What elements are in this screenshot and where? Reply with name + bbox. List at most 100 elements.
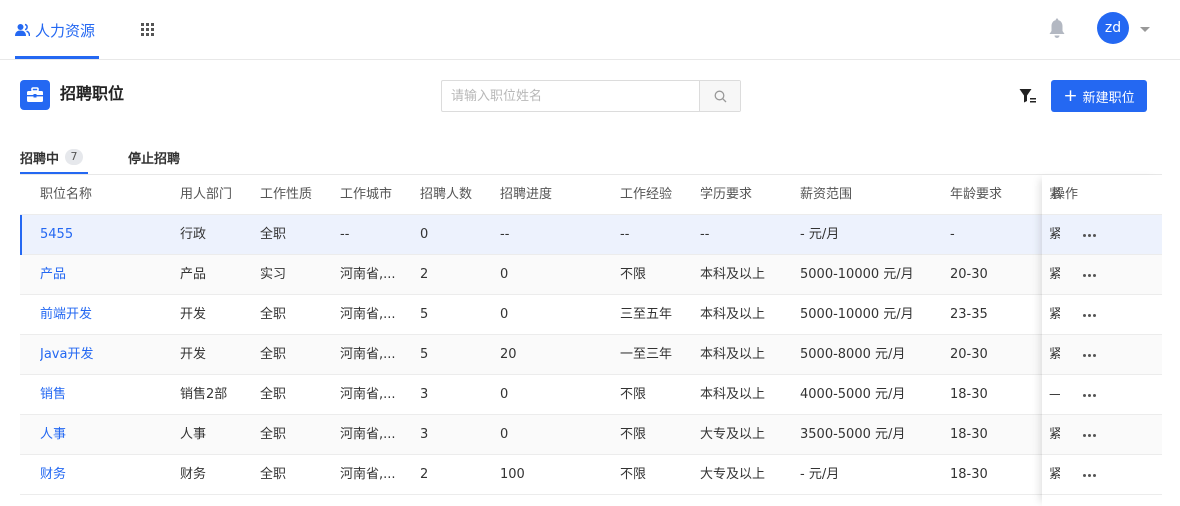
cell-headcount: 3 — [420, 427, 429, 442]
cell-progress: 0 — [500, 427, 509, 442]
new-position-label: 新建职位 — [1082, 90, 1135, 106]
nav-brand-label: 人力资源 — [35, 21, 96, 40]
cell-city: 河南省,... — [340, 307, 396, 322]
cell-type: 全职 — [260, 467, 287, 482]
more-actions-icon[interactable] — [1079, 345, 1099, 365]
cell-city: -- — [340, 227, 350, 242]
cell-age: 18-30 — [950, 427, 988, 442]
cell-headcount: 0 — [420, 227, 429, 242]
new-position-button[interactable]: + 新建职位 — [1051, 80, 1147, 112]
position-name-link[interactable]: 财务 — [40, 455, 170, 495]
cell-salary: 5000-10000 元/月 — [800, 307, 914, 322]
cell-experience: 不限 — [620, 387, 647, 402]
cell-headcount: 5 — [420, 347, 429, 362]
cell-type: 全职 — [260, 227, 287, 242]
more-actions-icon[interactable] — [1079, 385, 1099, 405]
nav-tab-hr[interactable]: 人力资源 — [15, 0, 99, 60]
cell-age: 20-30 — [950, 347, 988, 362]
cell-experience: 三至五年 — [620, 307, 673, 322]
cell-type: 实习 — [260, 267, 287, 282]
column-header[interactable]: 职位名称 — [40, 175, 170, 215]
cell-dept: 销售2部 — [180, 387, 228, 402]
column-header[interactable]: 学历要求 — [700, 175, 792, 215]
cell-salary: 5000-10000 元/月 — [800, 267, 914, 282]
column-header[interactable]: 工作城市 — [340, 175, 400, 215]
cell-city: 河南省,... — [340, 387, 396, 402]
cell-salary: - 元/月 — [800, 227, 840, 242]
cell-dept: 财务 — [180, 467, 207, 482]
cell-progress: 20 — [500, 347, 517, 362]
column-header[interactable]: 招聘人数 — [420, 175, 492, 215]
position-name-link[interactable]: 人事 — [40, 415, 170, 455]
cell-dept: 人事 — [180, 427, 207, 442]
chevron-down-icon[interactable] — [1140, 27, 1150, 32]
cell-education: 本科及以上 — [700, 387, 766, 402]
cell-experience: 一至三年 — [620, 347, 673, 362]
tab-stopped[interactable]: 停止招聘 — [128, 140, 180, 174]
column-header[interactable]: 工作性质 — [260, 175, 332, 215]
table-header: 职位名称 用人部门 工作性质 工作城市 招聘人数 招聘进度 工作经验 学历要求 … — [20, 175, 1162, 215]
position-search — [441, 80, 741, 112]
cell-dept: 产品 — [180, 267, 207, 282]
cell-age: - — [950, 227, 955, 242]
search-input[interactable] — [442, 81, 699, 111]
more-actions-icon[interactable] — [1079, 225, 1099, 245]
table-row[interactable]: Java开发 开发 全职 河南省,... 5 20 一至三年 本科及以上 500… — [20, 335, 1162, 375]
column-header[interactable]: 用人部门 — [180, 175, 255, 215]
cell-education: 本科及以上 — [700, 347, 766, 362]
more-actions-icon[interactable] — [1079, 305, 1099, 325]
more-actions-icon[interactable] — [1079, 265, 1099, 285]
position-name-link[interactable]: 产品 — [40, 255, 170, 295]
apps-grid-icon[interactable] — [141, 23, 154, 36]
column-header[interactable]: 年龄要求 — [950, 175, 1035, 215]
tab-label: 招聘中 — [20, 151, 60, 167]
cell-city: 河南省,... — [340, 267, 396, 282]
cell-type: 全职 — [260, 347, 287, 362]
active-tab-indicator — [15, 56, 99, 59]
bell-icon[interactable] — [1048, 18, 1066, 40]
table-row[interactable]: 人事 人事 全职 河南省,... 3 0 不限 大专及以上 3500-5000 … — [20, 415, 1162, 455]
cell-city: 河南省,... — [340, 347, 396, 362]
positions-table: 职位名称 用人部门 工作性质 工作城市 招聘人数 招聘进度 工作经验 学历要求 … — [20, 175, 1162, 506]
cell-headcount: 2 — [420, 267, 429, 282]
position-name-link[interactable]: 销售 — [40, 375, 170, 415]
position-name-link[interactable]: 前端开发 — [40, 295, 170, 335]
cell-type: 全职 — [260, 387, 287, 402]
more-actions-icon[interactable] — [1079, 425, 1099, 445]
cell-salary: 5000-8000 元/月 — [800, 347, 906, 362]
status-tabs: 招聘中 7 停止招聘 — [20, 140, 1162, 174]
cell-dept: 开发 — [180, 347, 207, 362]
cell-progress: 0 — [500, 267, 509, 282]
user-avatar[interactable]: zd — [1097, 12, 1129, 44]
cell-age: 23-35 — [950, 307, 988, 322]
more-actions-icon[interactable] — [1079, 465, 1099, 485]
cell-headcount: 5 — [420, 307, 429, 322]
position-name-link[interactable]: Java开发 — [40, 335, 170, 375]
cell-type: 全职 — [260, 307, 287, 322]
position-name-link[interactable]: 5455 — [40, 215, 170, 255]
column-header-operations: 操作 — [1052, 187, 1079, 202]
table-row[interactable]: 产品 产品 实习 河南省,... 2 0 不限 本科及以上 5000-10000… — [20, 255, 1162, 295]
cell-city: 河南省,... — [340, 467, 396, 482]
table-row[interactable]: 前端开发 开发 全职 河南省,... 5 0 三至五年 本科及以上 5000-1… — [20, 295, 1162, 335]
cell-progress: -- — [500, 227, 510, 242]
cell-age: 18-30 — [950, 467, 988, 482]
table-row[interactable]: 销售 销售2部 全职 河南省,... 3 0 不限 本科及以上 4000-500… — [20, 375, 1162, 415]
filter-icon[interactable] — [1019, 88, 1036, 104]
briefcase-icon — [20, 80, 50, 110]
cell-education: 大专及以上 — [700, 467, 766, 482]
column-header[interactable]: 工作经验 — [620, 175, 692, 215]
search-icon — [714, 90, 726, 102]
cell-progress: 100 — [500, 467, 525, 482]
column-header[interactable]: 招聘进度 — [500, 175, 610, 215]
table-row[interactable]: 5455 行政 全职 -- 0 -- -- -- - 元/月 - 紧 — [20, 215, 1162, 255]
column-header[interactable]: 薪资范围 — [800, 175, 942, 215]
cell-education: -- — [700, 227, 710, 242]
tab-label: 停止招聘 — [128, 151, 181, 167]
cell-experience: -- — [620, 227, 630, 242]
top-nav-bar: 人力资源 zd — [0, 0, 1180, 60]
table-row[interactable]: 财务 财务 全职 河南省,... 2 100 不限 大专及以上 - 元/月 18… — [20, 455, 1162, 495]
cell-experience: 不限 — [620, 427, 647, 442]
search-button[interactable] — [699, 81, 740, 111]
tab-recruiting[interactable]: 招聘中 7 — [20, 140, 88, 174]
